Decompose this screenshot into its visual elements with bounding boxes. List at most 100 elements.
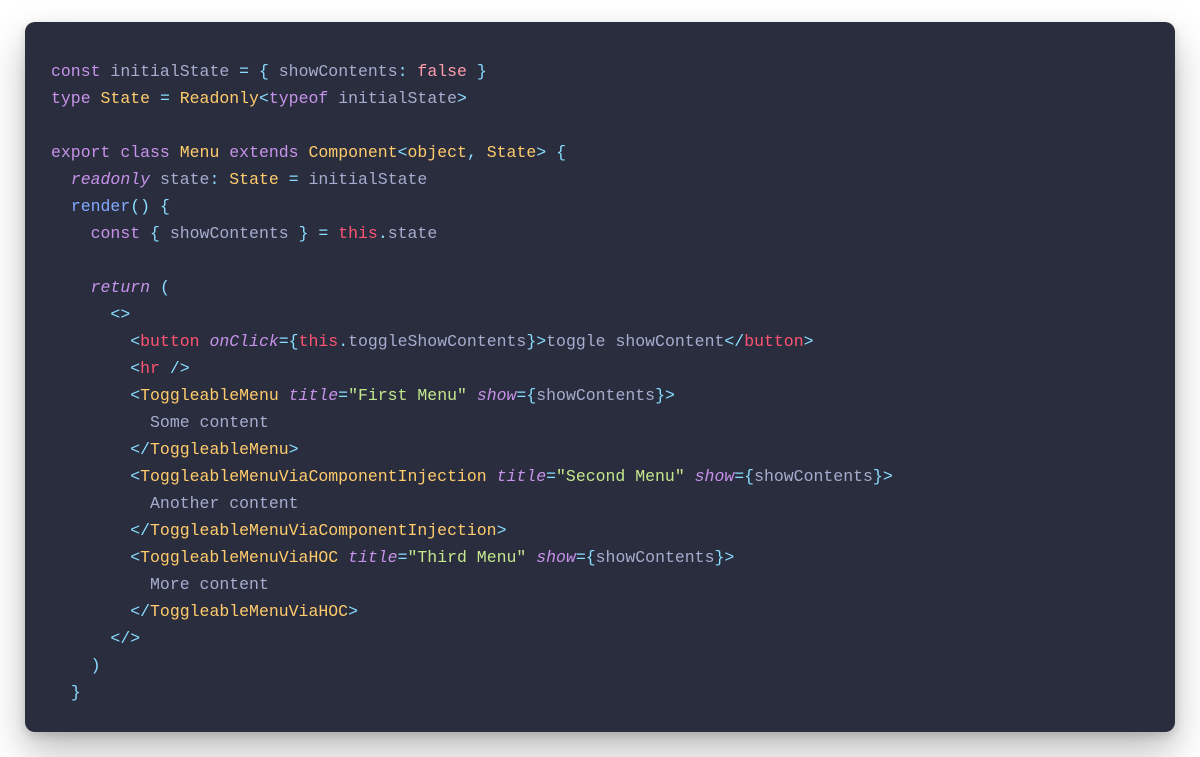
code-line-4: export class Menu extends Component<obje… [51, 143, 566, 162]
jsx-tag: hr [140, 359, 160, 378]
code-line-20: More content [51, 575, 269, 594]
string-literal: "Third Menu" [408, 548, 527, 567]
jsx-attr: show [695, 467, 735, 486]
keyword-export: export [51, 143, 110, 162]
identifier: showContents [754, 467, 873, 486]
keyword-readonly: readonly [71, 170, 150, 189]
code-line-6: render() { [51, 197, 170, 216]
jsx-attr: title [348, 548, 398, 567]
code-line-18: </ToggleableMenuViaComponentInjection> [51, 521, 507, 540]
jsx-tag: button [744, 332, 803, 351]
code-line-9: return ( [51, 278, 170, 297]
brace-open: { [526, 386, 536, 405]
brace-open: { [289, 332, 299, 351]
tag-open-bracket: </ [130, 602, 150, 621]
tag-open-bracket: </ [724, 332, 744, 351]
tag-close-bracket: > [289, 440, 299, 459]
code-line-19: <ToggleableMenuViaHOC title="Third Menu"… [51, 548, 734, 567]
tag-open-bracket: < [130, 467, 140, 486]
code-line-12: <hr /> [51, 359, 190, 378]
jsx-text: More content [150, 575, 269, 594]
jsx-attr: show [477, 386, 517, 405]
tag-close-bracket: > [497, 521, 507, 540]
type-param: State [487, 143, 537, 162]
code-line-24: } [51, 683, 81, 702]
identifier: showContents [536, 386, 655, 405]
operator-eq: = [546, 467, 556, 486]
tag-open-bracket: < [130, 386, 140, 405]
brace-close: } [299, 224, 309, 243]
code-line-11: <button onClick={this.toggleShowContents… [51, 332, 814, 351]
string-literal: "First Menu" [348, 386, 467, 405]
operator-eq: = [734, 467, 744, 486]
class-name: Menu [180, 143, 220, 162]
identifier: initialState [338, 89, 457, 108]
code-card: const initialState = { showContents: fal… [25, 22, 1175, 732]
brace-close: } [873, 467, 883, 486]
code-line-2: type State = Readonly<typeof initialStat… [51, 89, 467, 108]
type-param: object [408, 143, 467, 162]
angle-close: > [536, 143, 546, 162]
identifier: initialState [309, 170, 428, 189]
property: showContents [279, 62, 398, 81]
property: state [388, 224, 438, 243]
operator-eq: = [576, 548, 586, 567]
code-line-14: Some content [51, 413, 269, 432]
tag-close-bracket: > [536, 332, 546, 351]
jsx-fragment-open: <> [110, 305, 130, 324]
jsx-text: toggle showContent [546, 332, 724, 351]
code-line-10: <> [51, 305, 130, 324]
type-ref: Readonly [180, 89, 259, 108]
keyword-extends: extends [229, 143, 298, 162]
keyword-this: this [338, 224, 378, 243]
code-line-16: <ToggleableMenuViaComponentInjection tit… [51, 467, 893, 486]
brace-open: { [586, 548, 596, 567]
jsx-tag: button [140, 332, 199, 351]
brace-close: } [71, 683, 81, 702]
code-block: const initialState = { showContents: fal… [51, 58, 1149, 706]
dot: . [378, 224, 388, 243]
property: state [160, 170, 210, 189]
jsx-component: ToggleableMenuViaHOC [150, 602, 348, 621]
tag-open-bracket: </ [130, 440, 150, 459]
angle-open: < [398, 143, 408, 162]
brace-close: } [477, 62, 487, 81]
tag-close-bracket: > [665, 386, 675, 405]
code-line-15: </ToggleableMenu> [51, 440, 299, 459]
identifier: initialState [110, 62, 229, 81]
brace-close: } [714, 548, 724, 567]
angle-close: > [457, 89, 467, 108]
operator-eq: = [516, 386, 526, 405]
operator-eq: = [289, 170, 299, 189]
keyword-typeof: typeof [269, 89, 328, 108]
code-line-1: const initialState = { showContents: fal… [51, 62, 487, 81]
operator-eq: = [338, 386, 348, 405]
tag-close-bracket: > [804, 332, 814, 351]
jsx-attr: title [497, 467, 547, 486]
tag-open-bracket: </ [130, 521, 150, 540]
method-name: render [71, 197, 130, 216]
brace-open: { [150, 224, 160, 243]
keyword-const: const [51, 62, 101, 81]
jsx-text: Another content [150, 494, 299, 513]
operator-eq: = [239, 62, 249, 81]
identifier: showContents [596, 548, 715, 567]
operator-eq: = [160, 89, 170, 108]
operator-eq: = [318, 224, 328, 243]
jsx-component: ToggleableMenu [150, 440, 289, 459]
jsx-fragment-close: </> [110, 629, 140, 648]
keyword-class: class [120, 143, 170, 162]
tag-open-bracket: < [130, 548, 140, 567]
keyword-this: this [299, 332, 339, 351]
keyword-type: type [51, 89, 91, 108]
parens: () [130, 197, 150, 216]
brace-open: { [259, 62, 269, 81]
colon: : [209, 170, 219, 189]
operator-eq: = [279, 332, 289, 351]
jsx-component: ToggleableMenuViaComponentInjection [150, 521, 497, 540]
type-ref: State [229, 170, 279, 189]
identifier: showContents [170, 224, 289, 243]
jsx-attr: show [536, 548, 576, 567]
string-literal: "Second Menu" [556, 467, 685, 486]
keyword-const: const [91, 224, 141, 243]
